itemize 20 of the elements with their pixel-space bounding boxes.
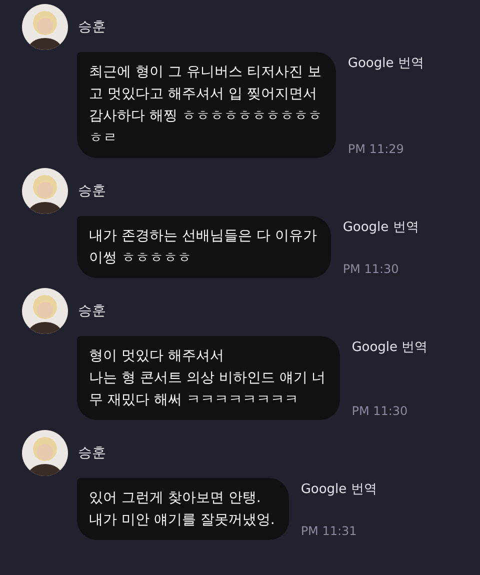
avatar[interactable] [22, 168, 68, 214]
avatar[interactable] [22, 4, 68, 50]
translate-link[interactable]: Google 번역 [352, 338, 428, 358]
timestamp: PM 11:30 [352, 403, 409, 420]
sender-name: 승훈 [78, 182, 106, 200]
sender-name: 승훈 [78, 444, 106, 462]
translate-link[interactable]: Google 번역 [300, 480, 377, 500]
timestamp: PM 11:29 [348, 141, 405, 158]
message-bubble: 내가 존경하는 선배님들은 다 이유가 이썽 ㅎㅎㅎㅎㅎ [77, 216, 331, 278]
message-bubble: 있어 그런게 찾아보면 안탱. 내가 미안 얘기를 잘못꺼냈엉. [77, 478, 289, 540]
sender-name: 승훈 [78, 18, 106, 36]
translate-link[interactable]: Google 번역 [342, 218, 419, 238]
timestamp: PM 11:31 [300, 523, 358, 540]
sender-name: 승훈 [78, 302, 106, 320]
timestamp: PM 11:30 [342, 261, 400, 278]
avatar[interactable] [22, 288, 68, 334]
avatar[interactable] [22, 430, 68, 476]
message-bubble: 최근에 형이 그 유니버스 티저사진 보 고 멋있다고 해주셔서 입 찢어지면서 감사하다 해찡 ㅎㅎㅎㅎㅎㅎㅎㅎㅎㅎ ㅎㄹ [77, 52, 336, 158]
message-bubble: 형이 멋있다 해주셔서 나는 형 콘서트 의상 비하인드 얘기 너 무 재밌다 해써 ㅋㅋㅋㅋㅋㅋㅋㅋ [77, 336, 340, 420]
translate-link[interactable]: Google 번역 [348, 54, 424, 74]
